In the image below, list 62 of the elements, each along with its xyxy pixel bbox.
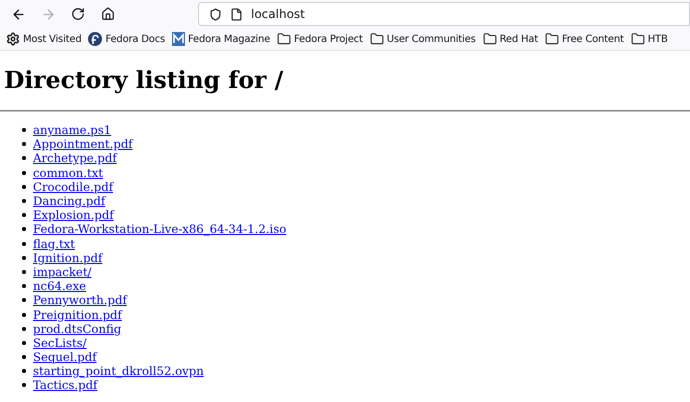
forward-arrow-icon: [40, 6, 56, 22]
folder-icon: [544, 32, 559, 46]
bookmark-item[interactable]: Fedora Docs: [88, 32, 166, 46]
file-link[interactable]: Sequel.pdf: [33, 350, 97, 364]
page-icon: [230, 8, 243, 20]
address-bar[interactable]: localhost: [198, 2, 690, 26]
shield-icon: [209, 8, 222, 20]
page-heading: Directory listing for /: [4, 66, 284, 94]
bullet-icon: [22, 227, 26, 232]
bullet-icon: [22, 312, 26, 317]
bookmark-item[interactable]: User Communities: [370, 32, 476, 46]
file-link[interactable]: prod.dtsConfig: [33, 322, 122, 336]
file-link[interactable]: Dancing.pdf: [33, 194, 106, 208]
folder-icon: [482, 32, 497, 46]
folder-icon: [370, 32, 384, 46]
fedora-logo-icon: [88, 32, 102, 46]
file-link[interactable]: impacket/: [33, 264, 92, 279]
bookmark-item[interactable]: Free Content: [544, 32, 624, 46]
file-link[interactable]: Explosion.pdf: [33, 208, 114, 222]
reload-icon: [71, 7, 85, 21]
bookmark-item[interactable]: HTB: [630, 32, 668, 46]
bullet-icon: [22, 184, 26, 189]
file-link[interactable]: Pennyworth.pdf: [33, 293, 127, 308]
bookmark-item[interactable]: Red Hat: [482, 32, 538, 46]
bullet-icon: [22, 156, 26, 160]
bullet-icon: [22, 128, 26, 132]
bullet-icon: [22, 340, 26, 345]
folder-icon: [630, 32, 645, 46]
file-link[interactable]: Appointment.pdf: [33, 137, 133, 152]
folder-icon: [277, 32, 292, 46]
gear-icon: [6, 32, 20, 46]
bullet-icon: [22, 298, 26, 302]
file-link[interactable]: Tactics.pdf: [33, 378, 98, 392]
bullet-icon: [22, 199, 26, 204]
bullet-icon: [22, 170, 26, 175]
bookmark-item[interactable]: Fedora Project: [277, 32, 363, 46]
bookmark-item[interactable]: Most Visited: [6, 32, 82, 46]
bullet-icon: [22, 284, 26, 288]
bullet-icon: [22, 142, 26, 146]
file-link[interactable]: starting_point_dkroll52.ovpn: [33, 364, 204, 378]
bullet-icon: [22, 369, 26, 374]
bullet-icon: [22, 256, 26, 260]
bullet-icon: [22, 383, 26, 388]
file-link[interactable]: Archetype.pdf: [33, 151, 117, 166]
home-icon: [101, 7, 115, 21]
bookmark-item[interactable]: Fedora Magazine: [172, 32, 270, 46]
bullet-icon: [22, 326, 26, 331]
file-link[interactable]: Ignition.pdf: [33, 250, 102, 265]
file-link[interactable]: common.txt: [33, 166, 104, 180]
bullet-icon: [22, 213, 26, 218]
file-link[interactable]: flag.txt: [33, 236, 75, 251]
file-link[interactable]: Fedora-Workstation-Live-x86_64-34-1.2.iso: [33, 222, 286, 236]
file-link[interactable]: Crocodile.pdf: [33, 180, 114, 194]
magazine-logo-icon: [172, 32, 186, 46]
address-text: localhost: [251, 6, 305, 23]
file-link[interactable]: SecLists/: [33, 336, 87, 350]
bullet-icon: [22, 270, 26, 274]
file-link[interactable]: Preignition.pdf: [33, 308, 122, 322]
file-link[interactable]: nc64.exe: [33, 279, 86, 294]
file-link[interactable]: anyname.ps1: [33, 123, 112, 138]
bullet-icon: [22, 355, 26, 360]
bullet-icon: [22, 242, 26, 246]
